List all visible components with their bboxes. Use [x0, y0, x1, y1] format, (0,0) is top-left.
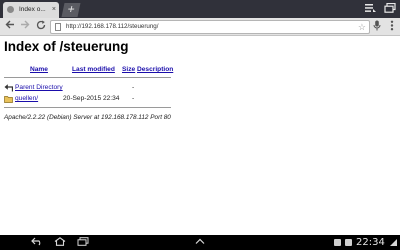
address-bar[interactable]: http://192.168.178.112/steuerung/ ☆: [50, 20, 370, 34]
bookmarks-list-icon[interactable]: [363, 3, 377, 15]
tab-switcher-icon[interactable]: [383, 2, 397, 15]
menu-button[interactable]: [385, 20, 399, 33]
entry-size: -: [132, 95, 135, 102]
microphone-icon: [373, 20, 381, 31]
back-arrow-icon: [4, 84, 13, 92]
url-text[interactable]: http://192.168.178.112/steuerung/: [66, 21, 158, 33]
reload-icon: [36, 20, 46, 30]
column-header-name[interactable]: Name: [30, 65, 48, 74]
column-header-size[interactable]: Size: [122, 65, 135, 74]
system-back-icon: [31, 237, 41, 246]
system-back-button[interactable]: [30, 237, 44, 248]
page-icon: [55, 23, 61, 31]
notification-icon: [345, 239, 352, 246]
entry-size: -: [132, 84, 135, 91]
tab-close-icon[interactable]: ×: [52, 5, 56, 15]
folder-icon: [4, 96, 13, 103]
folder-link-quellen[interactable]: quellen/: [15, 94, 38, 104]
back-button[interactable]: [3, 20, 17, 33]
back-arrow-icon: [5, 20, 14, 29]
wifi-signal-icon: [390, 239, 397, 246]
notification-icon: [334, 239, 341, 246]
server-signature: Apache/2.2.22 (Debian) Server at 192.168…: [4, 114, 171, 121]
browser-toolbar: http://192.168.178.112/steuerung/ ☆: [0, 18, 400, 36]
system-home-button[interactable]: [53, 237, 67, 248]
forward-arrow-icon: [21, 20, 30, 29]
column-header-description[interactable]: Description: [137, 65, 173, 74]
reload-button[interactable]: [34, 20, 48, 33]
status-clock: 22:34: [356, 237, 385, 248]
home-icon: [54, 237, 66, 246]
tab-strip: Index o... × +: [0, 0, 400, 18]
parent-directory-link[interactable]: Parent Directory: [15, 83, 63, 93]
system-recents-button[interactable]: [76, 237, 90, 248]
table-row: quellen/ 20-Sep-2015 22:34 -: [4, 94, 204, 104]
browser-tab[interactable]: Index o... ×: [3, 2, 59, 18]
bookmark-star-icon[interactable]: ☆: [358, 21, 366, 33]
table-row: Parent Directory -: [4, 83, 204, 93]
column-header-last-modified[interactable]: Last modified: [72, 65, 115, 74]
recent-apps-icon: [77, 237, 89, 246]
divider: [4, 77, 171, 78]
overflow-menu-icon: [390, 20, 394, 31]
system-navigation-bar: 22:34: [0, 235, 400, 250]
entry-date: 20-Sep-2015 22:34: [63, 95, 120, 102]
chevron-up-icon: [195, 238, 205, 244]
forward-button[interactable]: [18, 20, 32, 33]
divider: [4, 107, 171, 108]
new-tab-button[interactable]: +: [61, 2, 81, 17]
microphone-button[interactable]: [370, 20, 384, 33]
globe-icon: [7, 6, 14, 13]
page-content: Index of /steuerung Name Last modified S…: [0, 36, 400, 235]
system-menu-chevron[interactable]: [193, 237, 207, 248]
page-title: Index of /steuerung: [4, 39, 129, 54]
tab-title: Index o...: [19, 6, 46, 13]
